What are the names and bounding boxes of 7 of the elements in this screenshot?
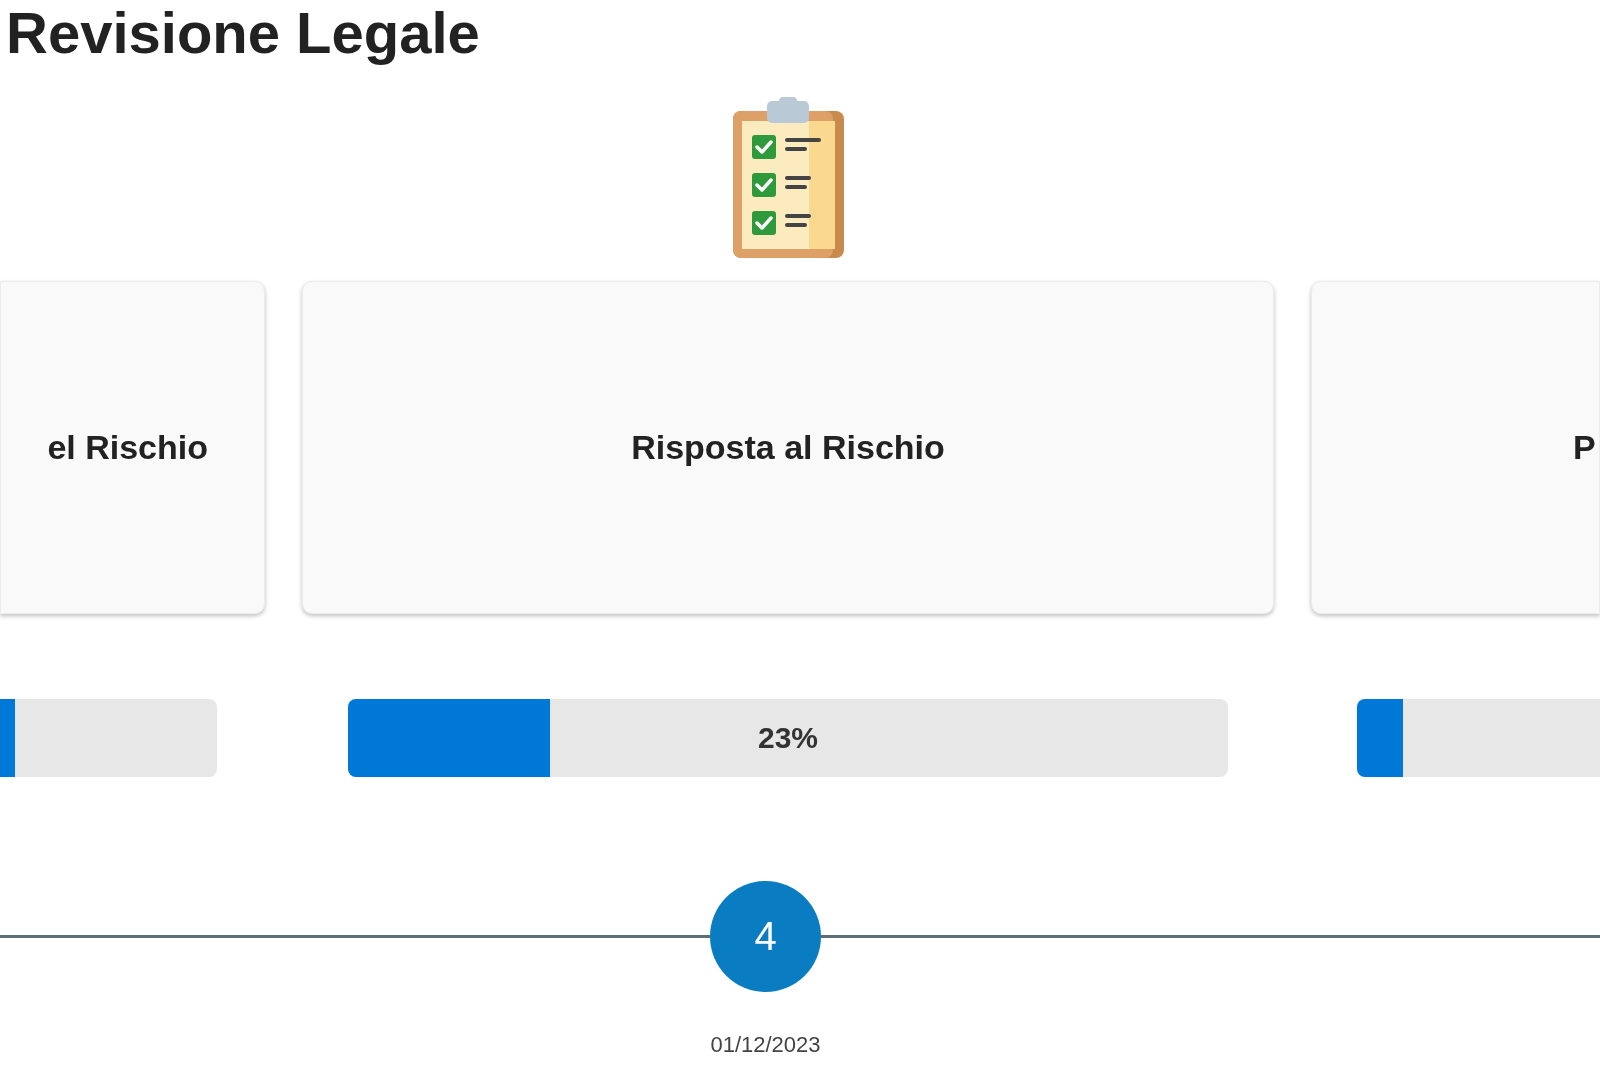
page-title: Revisione Legale bbox=[5, 0, 480, 66]
step-circle: 4 bbox=[710, 881, 821, 992]
phase-title: Risposta al Rischio bbox=[631, 428, 945, 467]
progress-label: 23% bbox=[758, 721, 818, 755]
phase-title: P bbox=[1573, 428, 1596, 467]
phase-title: el Rischio bbox=[47, 428, 208, 467]
step-date: 01/12/2023 bbox=[710, 1032, 821, 1058]
